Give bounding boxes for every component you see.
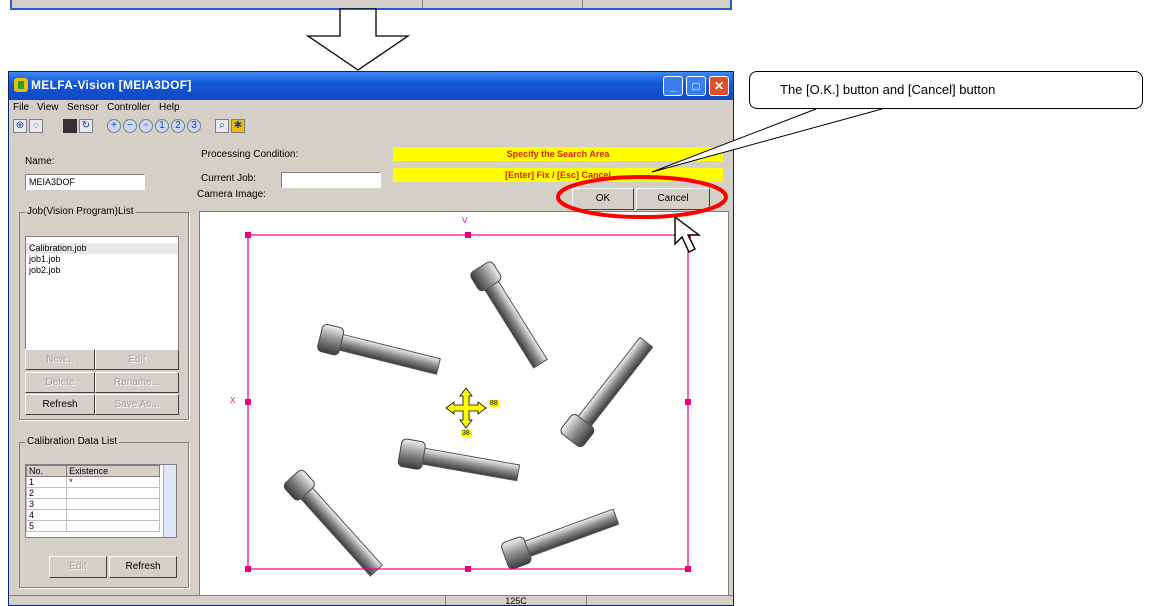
- refresh-icon[interactable]: ↻: [79, 119, 93, 133]
- column-header-no[interactable]: No.: [26, 465, 68, 477]
- delete-job-button[interactable]: Delete: [25, 372, 95, 393]
- menu-help[interactable]: Help: [159, 102, 180, 113]
- settings-icon[interactable]: ✱: [231, 119, 245, 133]
- status-bar: 125C: [9, 595, 733, 605]
- bolt-image: [470, 261, 548, 369]
- edit-calibration-button[interactable]: Edit: [49, 556, 107, 578]
- menu-file[interactable]: File: [13, 102, 29, 113]
- power-icon[interactable]: ◌: [29, 119, 43, 133]
- table-scrollbar[interactable]: [163, 465, 176, 537]
- column-header-existence[interactable]: Existence: [66, 465, 160, 477]
- camera-image-label: Camera Image:: [197, 189, 266, 200]
- calibration-table[interactable]: No. Existence 1 * 2 3 4 5: [25, 464, 177, 538]
- maximize-button[interactable]: □: [686, 76, 706, 96]
- bolt-image: [560, 336, 654, 448]
- zoom-out-icon[interactable]: −: [123, 119, 137, 133]
- bolt-image: [317, 323, 441, 375]
- cell-no: 4: [26, 509, 68, 521]
- remnant-cell: [422, 0, 583, 8]
- search-area-left-marker: X: [230, 396, 236, 405]
- cell-existence: [66, 487, 160, 499]
- table-row[interactable]: 2: [26, 487, 160, 499]
- table-row[interactable]: 4: [26, 509, 160, 521]
- table-header-row: No. Existence: [26, 465, 160, 477]
- camera-icon[interactable]: [63, 119, 77, 133]
- refresh-calibration-button[interactable]: Refresh: [109, 556, 177, 578]
- zoom-1-icon[interactable]: 1: [155, 119, 169, 133]
- cell-no: 2: [26, 487, 68, 499]
- bolt-image: [283, 469, 383, 577]
- job-listbox[interactable]: Calibration.job job1.job job2.job: [25, 236, 179, 356]
- bolt-image: [397, 438, 521, 482]
- list-item[interactable]: job2.job: [26, 265, 178, 276]
- remnant-cell: [582, 0, 723, 8]
- rename-job-button[interactable]: Rename...: [95, 372, 179, 393]
- move-cross-icon[interactable]: [444, 386, 488, 430]
- center-y-label: 38: [461, 430, 471, 437]
- minimize-button[interactable]: _: [663, 76, 683, 96]
- menu-sensor[interactable]: Sensor: [67, 102, 99, 113]
- mouse-cursor-icon: [674, 215, 702, 253]
- close-button[interactable]: ✕: [709, 76, 729, 96]
- table-row[interactable]: 1 *: [26, 476, 160, 488]
- zoom-3-icon[interactable]: 3: [187, 119, 201, 133]
- cell-existence: [66, 520, 160, 532]
- zoom-fit-icon[interactable]: ▫: [139, 119, 153, 133]
- calibration-title: Calibration Data List: [25, 436, 120, 447]
- camera-image-area[interactable]: V X 88 38: [199, 211, 729, 596]
- status-bar-cell: 125C: [445, 596, 587, 605]
- melfa-vision-window: MELFA-Vision [MEIA3DOF] _ □ ✕ File View …: [8, 71, 734, 606]
- list-item[interactable]: Calibration.job: [26, 243, 178, 254]
- menu-view[interactable]: View: [37, 102, 59, 113]
- list-item[interactable]: job1.job: [26, 254, 178, 265]
- window-title: MELFA-Vision [MEIA3DOF]: [31, 78, 192, 92]
- name-label: Name:: [25, 156, 55, 167]
- cell-existence: *: [66, 476, 160, 488]
- zoom-in-icon[interactable]: +: [107, 119, 121, 133]
- bolt-image: [501, 508, 620, 570]
- save-as-button[interactable]: Save As...: [95, 394, 179, 415]
- title-bar: MELFA-Vision [MEIA3DOF] _ □ ✕: [9, 72, 733, 100]
- cell-existence: [66, 509, 160, 521]
- table-row[interactable]: 5: [26, 520, 160, 532]
- zoom-2-icon[interactable]: 2: [171, 119, 185, 133]
- table-row[interactable]: 3: [26, 498, 160, 510]
- search-area-top-marker: V: [462, 216, 468, 225]
- cell-no: 5: [26, 520, 68, 532]
- cell-no: 3: [26, 498, 68, 510]
- callout-box: The [O.K.] button and [Cancel] button: [749, 71, 1143, 109]
- callout-text: The [O.K.] button and [Cancel] button: [780, 82, 996, 97]
- app-icon: [14, 78, 28, 92]
- refresh-jobs-button[interactable]: Refresh: [25, 394, 95, 415]
- callout-pointer: [651, 108, 883, 173]
- cell-existence: [66, 498, 160, 510]
- current-job-label: Current Job:: [201, 173, 257, 184]
- name-field: MEIA3DOF: [25, 174, 145, 190]
- menu-bar: File View Sensor Controller Help: [9, 100, 733, 116]
- search-icon[interactable]: ⌕: [215, 119, 229, 133]
- processing-condition-label: Processing Condition:: [201, 149, 299, 160]
- edit-job-button[interactable]: Edit: [95, 349, 179, 370]
- job-list-title: Job(Vision Program)List: [25, 206, 136, 217]
- menu-controller[interactable]: Controller: [107, 102, 150, 113]
- down-arrow-icon: [305, 8, 411, 71]
- center-x-label: 88: [489, 400, 499, 407]
- new-job-button[interactable]: New...: [25, 349, 95, 370]
- toolbar: ⊕ ◌ ↻ + − ▫ 1 2 3 ⌕ ✱: [9, 116, 733, 140]
- connect-icon[interactable]: ⊕: [13, 119, 27, 133]
- current-job-field: [281, 172, 381, 188]
- cell-no: 1: [26, 476, 68, 488]
